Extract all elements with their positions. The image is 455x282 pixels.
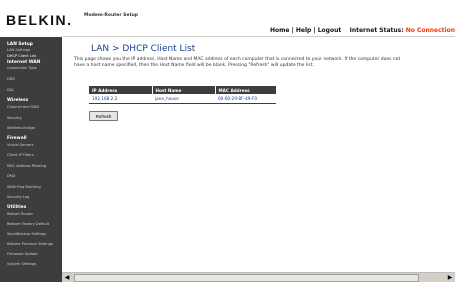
sidebar-item-wireless-bridge[interactable]: Wireless Bridge (7, 126, 35, 130)
sidebar-item-mac-address-filtering[interactable]: MAC Address Filtering (7, 164, 46, 168)
scroll-right-arrow-icon[interactable]: ▶ (446, 274, 454, 282)
horizontal-scrollbar[interactable]: ◀ ▶ (62, 272, 455, 282)
sidebar-item-channel-ssid[interactable]: Channel and SSID (7, 105, 39, 109)
sidebar-item-firmware-update[interactable]: Firmware Update (7, 252, 38, 256)
link-separator: | (291, 27, 294, 34)
sidebar-item-connection-type[interactable]: Connection Type (7, 66, 37, 70)
column-header-ip-address: IP Address (89, 86, 153, 94)
sidebar: LAN Setup LAN Settings DHCP Client List … (0, 37, 62, 282)
header: BELKIN. Modem-Router Setup Home | Help |… (0, 0, 455, 36)
top-links: Home | Help | Logout Internet Status: No… (270, 27, 455, 34)
sidebar-heading-utilities[interactable]: Utilities (7, 205, 26, 210)
sidebar-item-system-settings[interactable]: System Settings (7, 262, 36, 266)
internet-status-label: Internet Status: (349, 27, 404, 34)
sidebar-item-dmz[interactable]: DMZ (7, 174, 15, 178)
sidebar-heading-wireless[interactable]: Wireless (7, 98, 28, 103)
home-link[interactable]: Home (270, 27, 289, 34)
sidebar-item-security[interactable]: Security (7, 116, 22, 120)
setup-title: Modem-Router Setup (84, 13, 139, 18)
sidebar-item-lan-settings[interactable]: LAN Settings (7, 48, 30, 52)
dhcp-client-table: IP Address Host Name MAC Address 192.168… (89, 86, 277, 104)
sidebar-heading-lan-setup[interactable]: LAN Setup (7, 42, 33, 47)
sidebar-item-restart-router[interactable]: Restart Router (7, 212, 33, 216)
sidebar-item-dhcp-client-list[interactable]: DHCP Client List (7, 54, 36, 58)
sidebar-heading-internet-wan[interactable]: Internet WAN (7, 60, 40, 65)
page-description: This page shows you the IP address, Host… (74, 57, 401, 68)
sidebar-item-client-ip-filters[interactable]: Client IP Filters (7, 153, 34, 157)
page-title: LAN > DHCP Client List (91, 44, 196, 54)
internet-status-value: No Connection (405, 27, 455, 34)
cell-mac-address: 00-60-29-8F-49-F0 (215, 94, 276, 104)
cell-host-name: jane_house (152, 94, 215, 104)
column-header-host-name: Host Name (152, 86, 216, 94)
scrollbar-thumb[interactable] (74, 274, 419, 282)
sidebar-heading-firewall[interactable]: Firewall (7, 136, 27, 141)
sidebar-item-dsl[interactable]: DSL (7, 88, 14, 92)
refresh-button[interactable]: Refresh (89, 111, 118, 121)
sidebar-item-dns[interactable]: DNS (7, 77, 15, 81)
belkin-logo: BELKIN. (6, 12, 73, 28)
table-header-row: IP Address Host Name MAC Address (89, 86, 277, 94)
sidebar-item-restore-factory-default[interactable]: Restore Factory Default (7, 222, 49, 226)
link-separator: | (313, 27, 316, 34)
cell-ip-address: 192.168.2.2 (89, 94, 152, 104)
sidebar-item-virtual-servers[interactable]: Virtual Servers (7, 143, 34, 147)
column-header-mac-address: MAC Address (215, 86, 277, 94)
help-link[interactable]: Help (296, 27, 311, 34)
sidebar-item-wan-ping-blocking[interactable]: WAN Ping Blocking (7, 185, 41, 189)
sidebar-item-restore-previous-settings[interactable]: Restore Previous Settings (7, 242, 53, 246)
logout-link[interactable]: Logout (318, 27, 342, 34)
sidebar-item-save-backup-settings[interactable]: Save/Backup Settings (7, 232, 46, 236)
main-content: LAN > DHCP Client List This page shows y… (62, 37, 455, 272)
sidebar-item-security-log[interactable]: Security Log (7, 195, 29, 199)
scroll-left-arrow-icon[interactable]: ◀ (63, 274, 71, 282)
table-row: 192.168.2.2 jane_house 00-60-29-8F-49-F0 (89, 94, 276, 104)
